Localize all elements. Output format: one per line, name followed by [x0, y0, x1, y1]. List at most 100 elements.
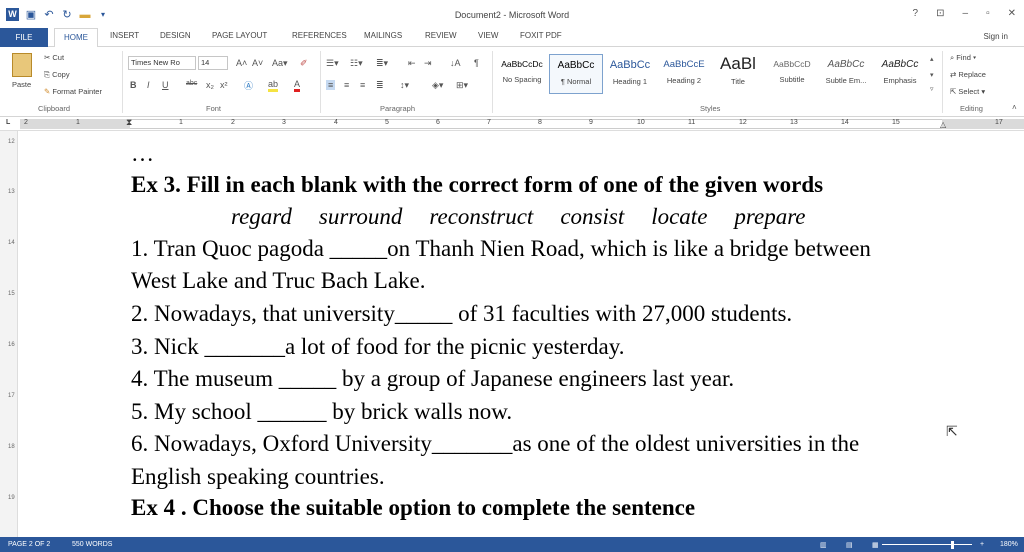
font-family-select[interactable]: Times New Ro: [128, 56, 196, 70]
sign-in-link[interactable]: Sign in: [984, 32, 1008, 41]
multilevel-list-icon[interactable]: ≣▾: [376, 58, 388, 69]
align-right-icon[interactable]: ≡: [360, 80, 365, 90]
paste-icon[interactable]: [12, 53, 32, 77]
tab-review[interactable]: REVIEW: [425, 31, 457, 40]
shrink-font-icon[interactable]: A˅: [252, 58, 263, 68]
replace-button[interactable]: ⇄ Replace: [950, 70, 986, 79]
collapse-ribbon-icon[interactable]: ˄: [1012, 103, 1017, 112]
styles-scroll-up-icon[interactable]: ▴: [930, 55, 934, 63]
font-color-icon[interactable]: A: [294, 79, 301, 92]
zoom-level[interactable]: 180%: [1000, 541, 1018, 548]
paste-button[interactable]: Paste: [12, 80, 31, 89]
align-left-icon[interactable]: ≡: [326, 80, 336, 90]
bullets-icon[interactable]: ☰▾: [326, 58, 339, 69]
tab-view[interactable]: VIEW: [478, 31, 498, 40]
style-sample: AaBbCcD: [773, 59, 811, 69]
document-page[interactable]: … Ex 3. Fill in each blank with the corr…: [18, 131, 1024, 537]
ruler-number: 12: [739, 119, 747, 126]
style-subtle-emphasis[interactable]: AaBbCc Subtle Em...: [819, 54, 873, 94]
numbering-icon[interactable]: ☷▾: [350, 58, 363, 69]
paragraph-group-label: Paragraph: [380, 104, 416, 113]
replace-label: Replace: [958, 70, 986, 79]
select-label: Select: [958, 87, 980, 96]
show-marks-icon[interactable]: ¶: [474, 58, 479, 68]
right-indent-marker-icon[interactable]: △: [940, 120, 946, 129]
sort-icon[interactable]: ↓A: [450, 58, 461, 68]
cut-button[interactable]: ✂ Cut: [44, 53, 64, 62]
line-spacing-icon[interactable]: ↕▾: [400, 80, 409, 91]
style-subtitle[interactable]: AaBbCcD Subtitle: [765, 54, 819, 94]
borders-icon[interactable]: ⊞▾: [456, 80, 468, 91]
tab-home[interactable]: HOME: [54, 28, 98, 48]
ribbon: Paste ✂ Cut ⎘ Copy ✎ Format Painter Clip…: [0, 47, 1024, 117]
change-case-icon[interactable]: Aa▾: [272, 58, 288, 69]
close-button[interactable]: ✕: [1008, 8, 1016, 19]
underline-icon[interactable]: U: [162, 80, 169, 90]
highlight-icon[interactable]: ab: [268, 79, 279, 92]
ribbon-display-button[interactable]: ⊡: [936, 8, 944, 19]
tab-file[interactable]: FILE: [0, 28, 48, 47]
help-button[interactable]: ?: [913, 8, 919, 19]
format-painter-button[interactable]: ✎ Format Painter: [44, 87, 102, 96]
tab-page-layout[interactable]: PAGE LAYOUT: [212, 31, 267, 40]
minimize-button[interactable]: –: [963, 8, 969, 19]
style-title[interactable]: AaBl Title: [711, 54, 765, 94]
page-count[interactable]: PAGE 2 OF 2: [8, 541, 50, 548]
zoom-slider-thumb[interactable]: [951, 541, 954, 549]
bold-icon[interactable]: B: [130, 80, 137, 90]
font-size-select[interactable]: 14: [198, 56, 228, 70]
find-button[interactable]: ⌕ Find ▾: [950, 53, 976, 63]
style-emphasis[interactable]: AaBbCc Emphasis: [873, 54, 927, 94]
subscript-icon[interactable]: x₂: [206, 80, 214, 90]
tab-mailings[interactable]: MAILINGS: [364, 31, 402, 40]
style-heading-2[interactable]: AaBbCcE Heading 2: [657, 54, 711, 94]
italic-icon[interactable]: I: [147, 80, 150, 90]
styles-scroll-down-icon[interactable]: ▾: [930, 71, 934, 79]
tab-insert[interactable]: INSERT: [110, 31, 139, 40]
copy-button[interactable]: ⎘ Copy: [44, 70, 70, 80]
tab-references[interactable]: REFERENCES: [292, 31, 347, 40]
style-sample: AaBbCc: [557, 60, 595, 71]
format-painter-label: Format Painter: [52, 87, 102, 96]
style-name: ¶ Normal: [560, 77, 592, 86]
increase-indent-icon[interactable]: ⇥: [424, 58, 432, 69]
style-normal[interactable]: AaBbCc ¶ Normal: [549, 54, 603, 94]
decrease-indent-icon[interactable]: ⇤: [408, 58, 416, 69]
ruler-number: 8: [538, 119, 542, 126]
word-bank-item: locate: [651, 204, 708, 229]
zoom-in-icon[interactable]: +: [980, 541, 984, 548]
vertical-ruler[interactable]: 12 13 14 15 16 17 18 19: [0, 131, 18, 537]
indent-marker-icon[interactable]: ⧗: [126, 117, 132, 128]
exercise-3-title: Ex 3. Fill in each blank with the correc…: [131, 172, 824, 197]
text-effects-icon[interactable]: Ⓐ: [244, 79, 253, 92]
read-mode-icon[interactable]: ▥: [820, 541, 827, 549]
style-heading-1[interactable]: AaBbCc Heading 1: [603, 54, 657, 94]
copy-label: Copy: [52, 70, 70, 79]
left-margin-area: [20, 119, 130, 129]
clear-formatting-icon[interactable]: ✐: [300, 58, 308, 69]
select-button[interactable]: ⇱ Select ▾: [950, 87, 985, 96]
horizontal-ruler[interactable]: L 2 1 ⧗ 1 2 3 4 5 6 7 8 9 10 11 12 13 14…: [0, 117, 1024, 131]
grow-font-icon[interactable]: A˄: [236, 58, 247, 68]
restore-button[interactable]: ▫: [986, 8, 990, 19]
ruler-number: 5: [385, 119, 389, 126]
web-layout-icon[interactable]: ▦: [872, 541, 879, 549]
style-no-spacing[interactable]: AaBbCcDc No Spacing: [495, 54, 549, 94]
tab-design[interactable]: DESIGN: [160, 31, 191, 40]
clipboard-group-label: Clipboard: [38, 104, 71, 113]
ruler-number: 17: [995, 119, 1003, 126]
word-count[interactable]: 550 WORDS: [72, 541, 112, 548]
superscript-icon[interactable]: x²: [220, 80, 228, 90]
ruler-number: 2: [231, 119, 235, 126]
strikethrough-icon[interactable]: abc: [186, 80, 197, 87]
align-center-icon[interactable]: ≡: [344, 80, 349, 90]
find-label: Find: [956, 53, 971, 62]
tab-selector-icon[interactable]: L: [6, 119, 10, 126]
ruler-track: [130, 119, 942, 129]
shading-icon[interactable]: ◈▾: [432, 80, 443, 91]
print-layout-icon[interactable]: ▤: [846, 541, 853, 549]
tab-foxit-pdf[interactable]: FOXIT PDF: [520, 31, 562, 40]
styles-more-icon[interactable]: ▿: [930, 85, 934, 93]
justify-icon[interactable]: ≣: [376, 80, 384, 91]
zoom-slider[interactable]: [882, 544, 972, 545]
